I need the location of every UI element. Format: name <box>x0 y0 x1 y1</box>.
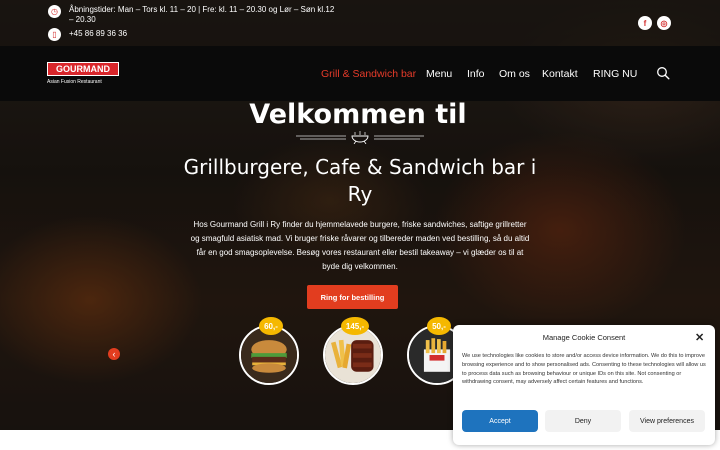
cookie-dialog-text: We use technologies like cookies to stor… <box>462 353 706 386</box>
hero-subheading: Grillburgere, Cafe & Sandwich bar i Ry <box>183 155 537 206</box>
facebook-icon[interactable]: f <box>638 16 652 30</box>
nav-info[interactable]: Info <box>467 68 485 80</box>
logo[interactable]: GOURMAND Asian Fusion Restaurant <box>47 62 119 85</box>
hero-description: Hos Gourmand Grill i Ry finder du hjemme… <box>190 220 530 271</box>
logo-wordmark: GOURMAND <box>47 62 119 76</box>
product-card-ribs[interactable]: 145,- <box>323 317 387 389</box>
hero-heading: Velkommen til <box>249 99 467 130</box>
instagram-icon[interactable]: ◎ <box>657 16 671 30</box>
phone-icon: ▯ <box>48 28 61 41</box>
nav-grill-sandwich-bar[interactable]: Grill & Sandwich bar <box>321 68 416 80</box>
view-preferences-button[interactable]: View preferences <box>629 410 705 432</box>
logo-tagline: Asian Fusion Restaurant <box>47 79 102 85</box>
opening-hours: ◷ Åbningstider: Man – Tors kl. 11 – 20 |… <box>48 5 339 25</box>
carousel-prev-icon[interactable]: ‹ <box>108 348 120 360</box>
accept-button[interactable]: Accept <box>462 410 538 432</box>
nav-om-os[interactable]: Om os <box>499 68 530 80</box>
opening-hours-text: Åbningstider: Man – Tors kl. 11 – 20 | F… <box>69 5 335 24</box>
phone-number[interactable]: +45 86 89 36 36 <box>69 28 127 39</box>
cookie-dialog-title: Manage Cookie Consent <box>542 333 626 342</box>
grill-divider-icon <box>296 131 424 144</box>
search-icon[interactable] <box>656 66 670 80</box>
close-icon[interactable]: ✕ <box>695 331 704 344</box>
price-badge: 50,- <box>427 317 451 335</box>
phone-info[interactable]: ▯ +45 86 89 36 36 <box>48 28 127 41</box>
price-badge: 60,- <box>259 317 283 335</box>
clock-icon: ◷ <box>48 5 61 18</box>
deny-button[interactable]: Deny <box>545 410 621 432</box>
cookie-consent-dialog: Manage Cookie Consent ✕ We use technolog… <box>453 325 715 445</box>
call-to-order-button[interactable]: Ring for bestilling <box>307 285 398 309</box>
nav-ring-nu[interactable]: RING NU <box>593 68 637 80</box>
product-card-burger[interactable]: 60,- <box>239 317 303 389</box>
price-badge: 145,- <box>341 317 369 335</box>
nav-menu[interactable]: Menu <box>426 68 452 80</box>
nav-kontakt[interactable]: Kontakt <box>542 68 578 80</box>
